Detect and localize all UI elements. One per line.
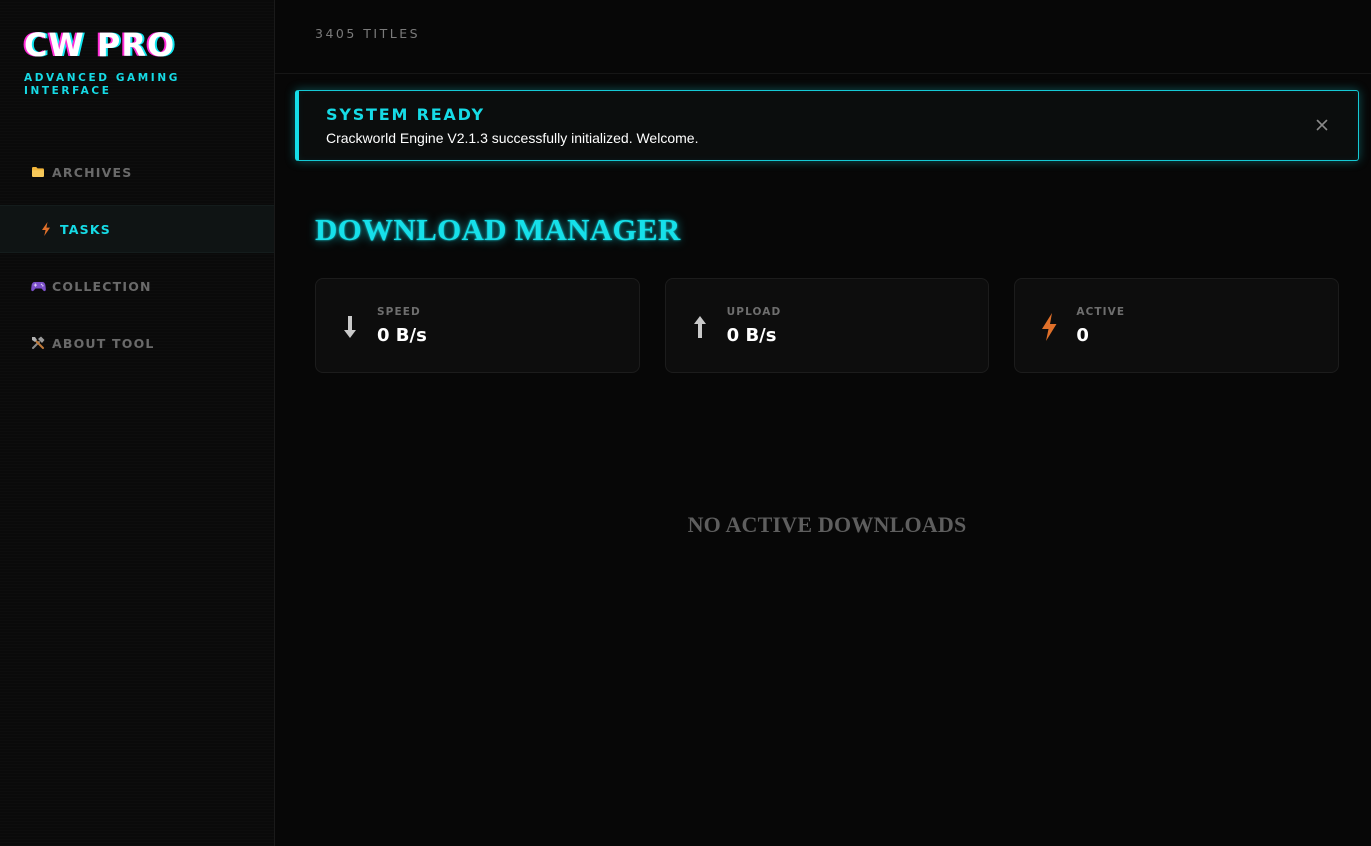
stat-card-upload: UPLOAD 0 B/s [664, 278, 990, 373]
stat-label: SPEED [377, 306, 421, 318]
stat-value: 0 B/s [377, 325, 427, 346]
folder-icon [30, 164, 46, 180]
titles-count: 3405 TITLES [315, 26, 421, 41]
sidebar-item-tasks[interactable]: TASKS [0, 205, 274, 253]
brand-subtitle: ADVANCED GAMING INTERFACE [24, 72, 180, 97]
main-content: 3405 TITLES SYSTEM READY Crackworld Engi… [275, 0, 1371, 846]
sidebar-item-label: ABOUT TOOL [52, 335, 155, 351]
brand-title: CW PRO [24, 26, 176, 64]
stat-label: ACTIVE [1076, 306, 1126, 318]
stat-value: 0 B/s [726, 325, 777, 346]
brand: CW PRO ADVANCED GAMING INTERFACE [24, 28, 194, 98]
sidebar-item-about-tool[interactable]: ABOUT TOOL [0, 319, 274, 367]
sidebar-item-label: COLLECTION [52, 278, 152, 294]
sidebar-item-archives[interactable]: ARCHIVES [0, 148, 274, 196]
topbar: 3405 TITLES [275, 0, 1371, 74]
stat-card-active: ACTIVE 0 [1014, 278, 1340, 373]
close-icon[interactable] [1312, 114, 1332, 136]
sidebar-item-label: ARCHIVES [52, 164, 133, 180]
arrow-down-icon [338, 313, 362, 341]
sidebar-item-collection[interactable]: COLLECTION [0, 262, 274, 310]
stats-row: SPEED 0 B/s UPLOAD 0 B/s ACTIVE 0 [315, 278, 1340, 373]
stat-card-speed: SPEED 0 B/s [315, 278, 640, 373]
system-toast: SYSTEM READY Crackworld Engine V2.1.3 su… [295, 90, 1359, 161]
lightning-icon [38, 221, 54, 237]
tools-icon [30, 335, 46, 351]
empty-state: NO ACTIVE DOWNLOADS [687, 512, 967, 537]
app-window: CW PRO ADVANCED GAMING INTERFACE ARCHIVE… [0, 0, 1371, 846]
lightning-icon [1037, 313, 1061, 341]
page-title: DOWNLOAD MANAGER [315, 212, 681, 247]
sidebar-item-label: TASKS [60, 221, 111, 237]
gamepad-icon [30, 278, 46, 294]
sidebar: CW PRO ADVANCED GAMING INTERFACE ARCHIVE… [0, 0, 275, 846]
toast-message: Crackworld Engine V2.1.3 successfully in… [326, 130, 699, 146]
toast-title: SYSTEM READY [326, 105, 485, 124]
stat-value: 0 [1076, 325, 1089, 346]
sidebar-nav: ARCHIVES TASKS COLLECTION ABOUT TOOL [0, 148, 274, 376]
arrow-up-icon [688, 313, 712, 341]
stat-label: UPLOAD [726, 306, 782, 318]
